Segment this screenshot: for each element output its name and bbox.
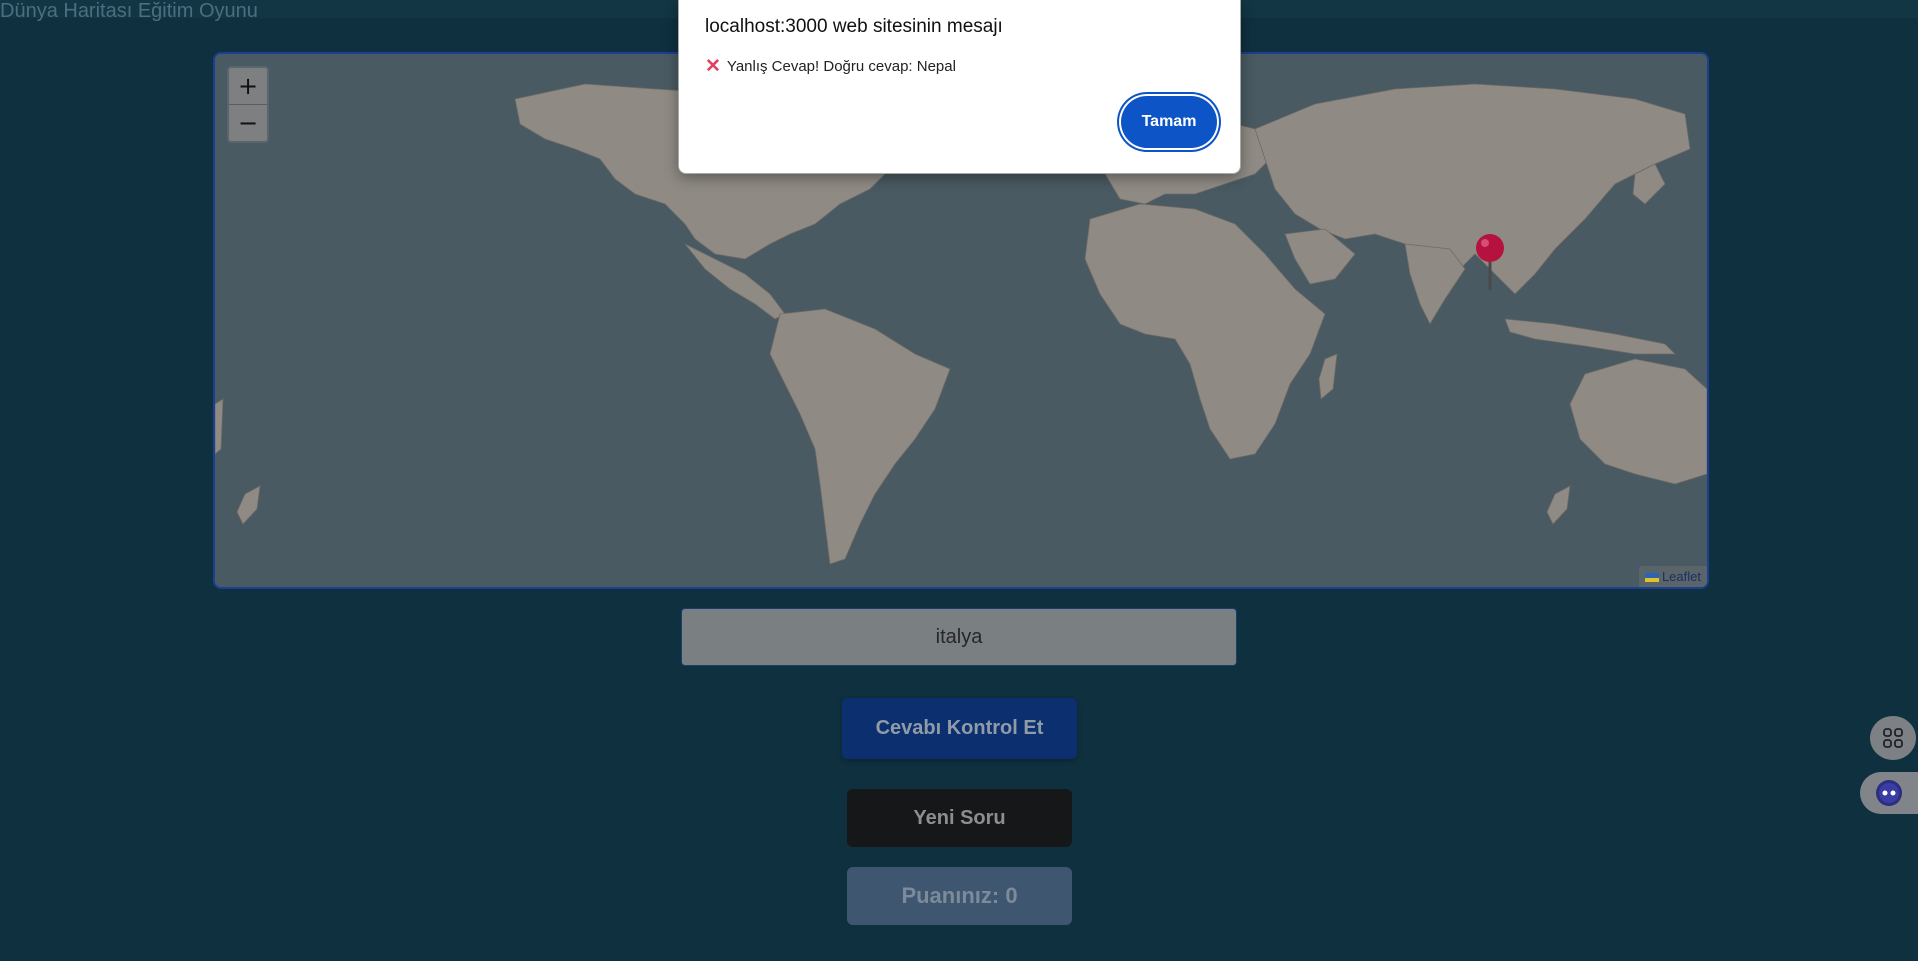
zoom-control: + − [227, 66, 269, 143]
apps-grid-icon [1883, 728, 1903, 748]
map-attribution[interactable]: Leaflet [1638, 566, 1707, 587]
dialog-message-text: Yanlış Cevap! Doğru cevap: Nepal [726, 58, 956, 75]
answer-input[interactable] [681, 608, 1237, 666]
page-title: Dünya Haritası Eğitim Oyunu [0, 0, 258, 22]
apps-grid-button[interactable] [1870, 716, 1916, 760]
map-pin-icon[interactable] [1472, 232, 1508, 292]
cross-mark-icon: ✕ [705, 56, 721, 77]
zoom-out-button[interactable]: − [229, 104, 267, 141]
dialog-message: ✕ Yanlış Cevap! Doğru cevap: Nepal [705, 57, 956, 76]
assistant-button[interactable] [1860, 772, 1918, 814]
dialog-title: localhost:3000 web sitesinin mesajı [705, 16, 1003, 37]
attribution-text: Leaflet [1661, 569, 1701, 584]
dialog-ok-button[interactable]: Tamam [1121, 96, 1217, 148]
alert-dialog: localhost:3000 web sitesinin mesajı ✕ Ya… [678, 0, 1241, 174]
assistant-bot-icon [1876, 780, 1902, 806]
score-display: Puanınız: 0 [847, 867, 1072, 925]
zoom-in-button[interactable]: + [229, 68, 267, 104]
ukraine-flag-icon [1644, 573, 1659, 583]
new-question-button[interactable]: Yeni Soru [847, 789, 1072, 847]
check-answer-button[interactable]: Cevabı Kontrol Et [842, 698, 1077, 759]
